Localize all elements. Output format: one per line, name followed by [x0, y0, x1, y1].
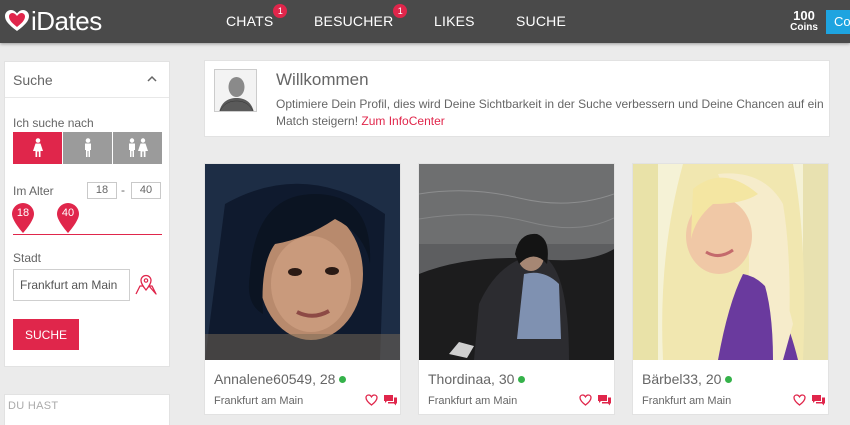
profile-photo-image — [419, 164, 614, 360]
besucher-count-badge: 1 — [393, 4, 408, 18]
welcome-card: Willkommen Optimiere Dein Profil, dies w… — [204, 60, 830, 137]
logo[interactable]: iDates — [4, 8, 102, 34]
age-min-input[interactable]: 18 — [87, 182, 117, 199]
chat-icon[interactable] — [812, 395, 825, 406]
age-label: Im Alter — [13, 184, 54, 198]
female-icon — [32, 138, 43, 157]
age-range-dash: - — [121, 183, 125, 197]
online-status-dot — [518, 376, 526, 383]
welcome-text: Optimiere Dein Profil, dies wird Deine S… — [276, 96, 824, 130]
chats-count-badge: 1 — [273, 4, 288, 18]
infocenter-link[interactable]: Zum InfoCenter — [361, 114, 444, 128]
city-label: Stadt — [13, 251, 42, 265]
profile-name[interactable]: Bärbel33, 20 — [642, 371, 733, 387]
profile-photo[interactable] — [633, 164, 828, 360]
welcome-title: Willkommen — [276, 70, 369, 89]
coins-value: 100 — [793, 8, 815, 23]
heart-icon[interactable] — [579, 394, 592, 406]
gender-female-button[interactable] — [13, 132, 62, 164]
default-avatar-icon — [215, 70, 256, 111]
heart-icon[interactable] — [793, 394, 806, 406]
nav-suche[interactable]: SUCHE — [516, 13, 566, 29]
coins-display[interactable]: 100 Coins — [786, 9, 822, 33]
gender-selector — [13, 132, 162, 164]
age-slider-max-value: 40 — [61, 207, 75, 219]
age-slider-min-handle[interactable]: 18 — [12, 203, 34, 233]
profile-city: Frankfurt am Main — [428, 395, 518, 407]
profile-city: Frankfurt am Main — [214, 395, 304, 407]
nav-likes-label: LIKES — [434, 13, 475, 29]
nav-likes[interactable]: LIKES — [434, 13, 475, 29]
logo-text: iDates — [31, 6, 102, 36]
chat-icon[interactable] — [384, 395, 397, 406]
profile-city: Frankfurt am Main — [642, 395, 732, 407]
du-hast-panel: DU HAST — [4, 394, 170, 425]
profile-photo[interactable] — [205, 164, 400, 360]
profile-photo[interactable] — [419, 164, 614, 360]
online-status-dot — [725, 376, 733, 383]
online-status-dot — [339, 376, 347, 383]
coins-label: Coins — [790, 22, 818, 33]
search-panel-header[interactable]: Suche — [5, 62, 169, 98]
profile-name[interactable]: Thordinaa, 30 — [428, 371, 526, 387]
chevron-up-icon[interactable] — [147, 75, 157, 82]
search-submit-button[interactable]: SUCHE — [13, 319, 79, 350]
profile-name[interactable]: Annalene60549, 28 — [214, 371, 347, 387]
du-hast-label: DU HAST — [8, 400, 59, 412]
nav-besucher[interactable]: BESUCHER 1 — [314, 4, 408, 29]
nav-chats[interactable]: CHATS 1 — [226, 4, 288, 29]
search-panel-title: Suche — [13, 72, 53, 88]
heart-icon[interactable] — [365, 394, 378, 406]
looking-for-label: Ich suche nach — [13, 116, 94, 130]
profile-name-text: Thordinaa, 30 — [428, 371, 515, 387]
search-panel: Suche Ich suche nach Im Alter 18 - 40 18… — [4, 61, 170, 367]
avatar[interactable] — [214, 69, 257, 112]
gender-couple-button[interactable] — [113, 132, 162, 164]
age-slider-max-handle[interactable]: 40 — [57, 203, 79, 233]
profile-name-text: Annalene60549, 28 — [214, 371, 336, 387]
male-icon — [84, 138, 91, 157]
profile-photo-image — [633, 164, 828, 360]
profile-card[interactable]: Bärbel33, 20 Frankfurt am Main — [632, 163, 829, 415]
top-bar: iDates CHATS 1 BESUCHER 1 LIKES SUCHE 10… — [0, 0, 850, 43]
coins-buy-button[interactable]: Co — [826, 10, 850, 34]
age-slider-track[interactable] — [13, 234, 162, 235]
profile-photo-image — [205, 164, 400, 360]
heart-logo-icon — [5, 10, 29, 31]
nav-suche-label: SUCHE — [516, 13, 567, 29]
gender-male-button[interactable] — [63, 132, 112, 164]
profile-name-text: Bärbel33, 20 — [642, 371, 722, 387]
nav-besucher-label: BESUCHER — [314, 13, 394, 29]
profile-card[interactable]: Annalene60549, 28 Frankfurt am Main — [204, 163, 401, 415]
age-slider-min-value: 18 — [16, 207, 30, 219]
city-input[interactable] — [13, 269, 130, 301]
chat-icon[interactable] — [598, 395, 611, 406]
couple-icon — [128, 138, 148, 157]
age-max-input[interactable]: 40 — [131, 182, 161, 199]
map-location-icon[interactable] — [135, 274, 157, 296]
welcome-message: Optimiere Dein Profil, dies wird Deine S… — [276, 97, 824, 128]
profile-card[interactable]: Thordinaa, 30 Frankfurt am Main — [418, 163, 615, 415]
nav-chats-label: CHATS — [226, 13, 274, 29]
